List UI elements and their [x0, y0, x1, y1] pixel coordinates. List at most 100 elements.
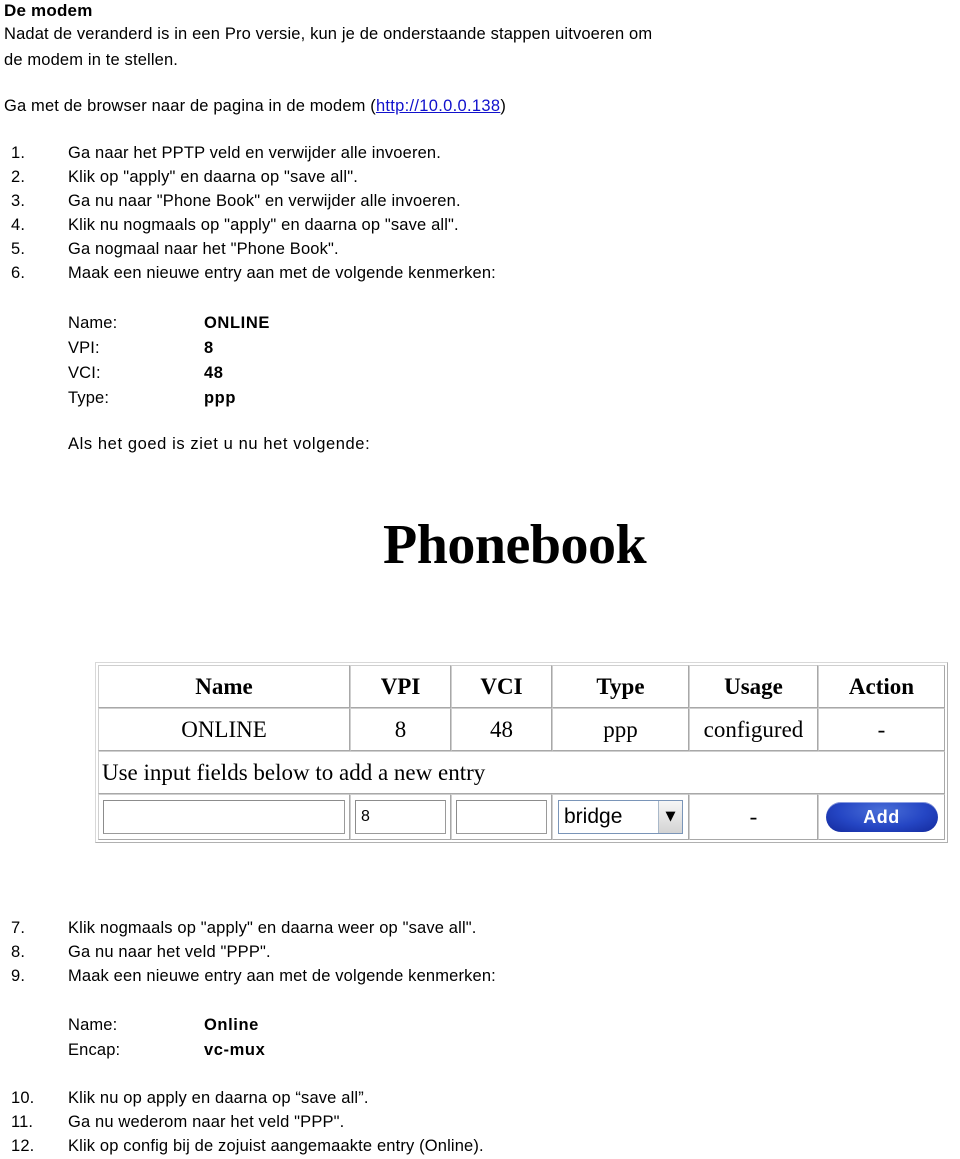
entry-attributes-second: Name: Online Encap: vc-mux — [68, 1013, 265, 1063]
name-input[interactable] — [103, 800, 345, 834]
column-header-name: Name — [98, 665, 350, 708]
chevron-down-icon: ▼ — [658, 801, 682, 833]
list-item: 6. Maak een nieuwe entry aan met de volg… — [0, 261, 940, 285]
browse-suffix-text: ) — [500, 97, 506, 115]
cell-input-type: bridge ▼ — [552, 794, 689, 840]
intro-line-1: Nadat de veranderd is in een Pro versie,… — [4, 25, 653, 43]
attribute-value: 48 — [204, 364, 224, 382]
attribute-key: VPI: — [68, 339, 100, 357]
cell-input-vpi: 8 — [350, 794, 451, 840]
hint-text: Use input fields below to add a new entr… — [98, 751, 945, 794]
step-text: Ga nu naar het veld "PPP". — [68, 943, 271, 961]
cell-vci: 48 — [451, 708, 552, 751]
browse-instruction: Ga met de browser naar de pagina in de m… — [4, 93, 506, 119]
attribute-row: Name: Online — [68, 1013, 265, 1038]
attribute-value: vc-mux — [204, 1041, 266, 1059]
list-item: 11. Ga nu wederom naar het veld "PPP". — [0, 1110, 940, 1134]
list-item: 10. Klik nu op apply en daarna op “save … — [0, 1086, 940, 1110]
vci-input[interactable] — [456, 800, 547, 834]
column-header-type: Type — [552, 665, 689, 708]
add-button[interactable]: Add — [825, 802, 938, 832]
cell-input-action: Add — [818, 794, 945, 840]
step-text: Ga nu wederom naar het veld "PPP". — [68, 1113, 345, 1131]
attribute-row: VPI: 8 — [68, 336, 270, 361]
browse-prefix-text: Ga met de browser naar de pagina in de m… — [4, 97, 376, 115]
list-item: 5. Ga nogmaal naar het "Phone Book". — [0, 237, 940, 261]
column-header-action: Action — [818, 665, 945, 708]
step-text: Klik nogmaals op "apply" en daarna weer … — [68, 919, 477, 937]
steps-list-first: 1. Ga naar het PPTP veld en verwijder al… — [0, 141, 940, 285]
attribute-value: Online — [204, 1016, 259, 1034]
list-item: 1. Ga naar het PPTP veld en verwijder al… — [0, 141, 940, 165]
step-text: Klik nu op apply en daarna op “save all”… — [68, 1089, 369, 1107]
list-item: 3. Ga nu naar "Phone Book" en verwijder … — [0, 189, 940, 213]
attribute-value: ppp — [204, 389, 237, 407]
step-number: 11. — [11, 1113, 34, 1131]
attribute-key: VCI: — [68, 364, 101, 382]
cell-input-usage: - — [689, 794, 818, 840]
page-title: De modem — [4, 1, 93, 20]
entry-attributes-first: Name: ONLINE VPI: 8 VCI: 48 Type: ppp — [68, 311, 270, 411]
step-text: Ga naar het PPTP veld en verwijder alle … — [68, 144, 441, 162]
cell-name: ONLINE — [98, 708, 350, 751]
step-number: 4. — [11, 216, 26, 234]
cell-type: ppp — [552, 708, 689, 751]
attribute-key: Encap: — [68, 1041, 121, 1059]
attribute-value: 8 — [204, 339, 214, 357]
list-item: 9. Maak een nieuwe entry aan met de volg… — [0, 964, 940, 988]
attribute-key: Type: — [68, 389, 110, 407]
type-select[interactable]: bridge ▼ — [558, 800, 683, 834]
attribute-key: Name: — [68, 314, 118, 332]
table-row: ONLINE 8 48 ppp configured - — [98, 708, 945, 751]
vpi-input[interactable]: 8 — [355, 800, 446, 834]
steps-list-second: 7. Klik nogmaals op "apply" en daarna we… — [0, 916, 940, 988]
cell-input-name — [98, 794, 350, 840]
steps-list-third: 10. Klik nu op apply en daarna op “save … — [0, 1086, 940, 1158]
cell-usage: configured — [689, 708, 818, 751]
table-hint-row: Use input fields below to add a new entr… — [98, 751, 945, 794]
step-text: Klik op config bij de zojuist aangemaakt… — [68, 1137, 484, 1155]
step-text: Ga nu naar "Phone Book" en verwijder all… — [68, 192, 461, 210]
table-header-row: Name VPI VCI Type Usage Action — [98, 665, 945, 708]
attribute-key: Name: — [68, 1016, 118, 1034]
table-input-row: 8 bridge ▼ - Add — [98, 794, 945, 840]
list-item: 12. Klik op config bij de zojuist aangem… — [0, 1134, 940, 1158]
list-item: 4. Klik nu nogmaals op "apply" en daarna… — [0, 213, 940, 237]
type-select-value: bridge — [564, 805, 623, 828]
list-item: 7. Klik nogmaals op "apply" en daarna we… — [0, 916, 940, 940]
intro-line-2: de modem in te stellen. — [4, 51, 179, 69]
step-number: 10. — [11, 1089, 35, 1107]
step-number: 8. — [11, 943, 26, 961]
step-text: Maak een nieuwe entry aan met de volgend… — [68, 967, 496, 985]
attribute-row: Name: ONLINE — [68, 311, 270, 336]
phonebook-table: Name VPI VCI Type Usage Action ONLINE 8 … — [95, 662, 948, 843]
cell-action: - — [818, 708, 945, 751]
step-number: 3. — [11, 192, 26, 210]
column-header-vpi: VPI — [350, 665, 451, 708]
column-header-usage: Usage — [689, 665, 818, 708]
attribute-row: VCI: 48 — [68, 361, 270, 386]
attribute-value: ONLINE — [204, 314, 270, 332]
attribute-row: Type: ppp — [68, 386, 270, 411]
result-note: Als het goed is ziet u nu het volgende: — [68, 435, 371, 453]
step-number: 6. — [11, 264, 26, 282]
step-number: 5. — [11, 240, 26, 258]
step-number: 9. — [11, 967, 26, 985]
step-number: 2. — [11, 168, 26, 186]
step-number: 1. — [11, 144, 26, 162]
list-item: 2. Klik op "apply" en daarna op "save al… — [0, 165, 940, 189]
step-text: Klik op "apply" en daarna op "save all". — [68, 168, 358, 186]
step-text: Ga nogmaal naar het "Phone Book". — [68, 240, 339, 258]
document-page: De modem Nadat de veranderd is in een Pr… — [0, 0, 960, 1159]
column-header-vci: VCI — [451, 665, 552, 708]
step-number: 12. — [11, 1137, 35, 1155]
attribute-row: Encap: vc-mux — [68, 1038, 265, 1063]
step-text: Maak een nieuwe entry aan met de volgend… — [68, 264, 496, 282]
list-item: 8. Ga nu naar het veld "PPP". — [0, 940, 940, 964]
phonebook-heading: Phonebook — [383, 514, 647, 576]
usage-placeholder: - — [749, 804, 758, 829]
modem-url-link[interactable]: http://10.0.0.138 — [376, 97, 500, 115]
step-number: 7. — [11, 919, 26, 937]
step-text: Klik nu nogmaals op "apply" en daarna op… — [68, 216, 459, 234]
cell-input-vci — [451, 794, 552, 840]
